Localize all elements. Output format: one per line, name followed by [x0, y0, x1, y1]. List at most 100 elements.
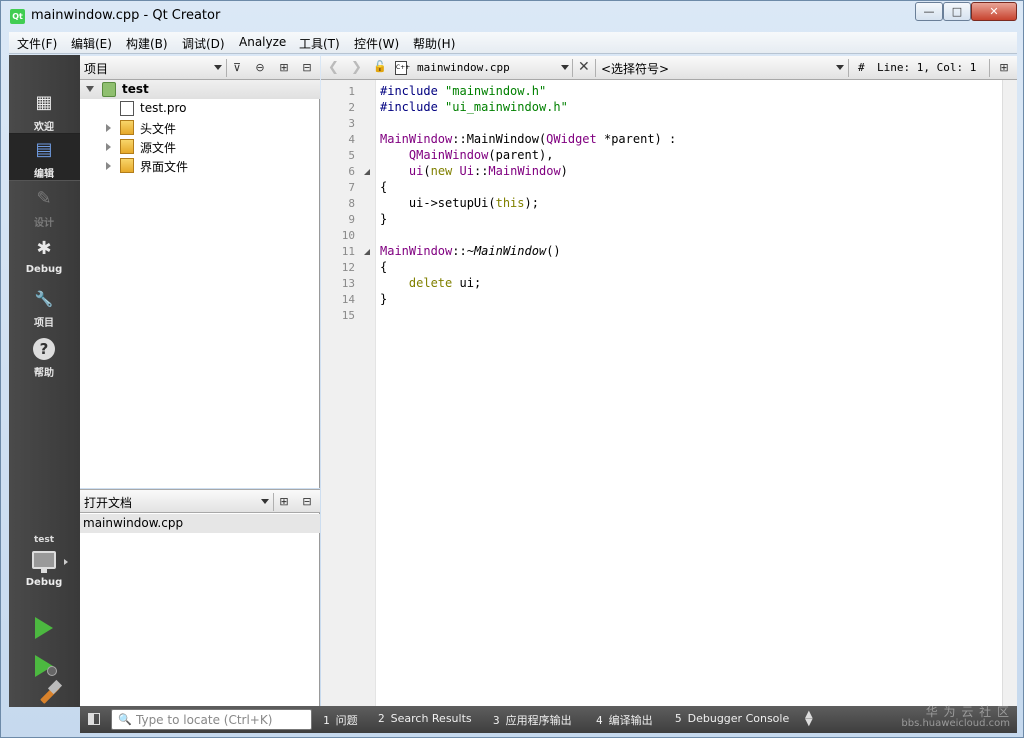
- open-documents-list: mainwindow.cpp: [80, 513, 320, 706]
- symbol-selector[interactable]: <选择符号>: [601, 60, 669, 77]
- code-token: this: [495, 196, 525, 210]
- menu-debug[interactable]: 调试(D): [182, 35, 225, 52]
- projects-pane-title: 项目: [84, 62, 109, 76]
- run-icon[interactable]: [35, 617, 53, 639]
- code-token: "mainwindow.h": [445, 84, 547, 98]
- wrench-icon: 🔧: [34, 290, 54, 308]
- collapse-arrow-icon[interactable]: [106, 162, 111, 170]
- collapse-arrow-icon[interactable]: [106, 143, 111, 151]
- code-token: );: [524, 196, 539, 210]
- line-number: 5: [348, 149, 355, 162]
- maximize-button[interactable]: □: [943, 2, 971, 21]
- projects-pane-header: 项目 ⊽ ⊖ ⊞ ⊟: [80, 56, 320, 80]
- open-document-name: mainwindow.cpp: [83, 516, 184, 530]
- menu-tools[interactable]: 工具(T): [299, 35, 340, 52]
- link-icon[interactable]: ⊖: [253, 61, 267, 74]
- mode-projects[interactable]: 🔧 项目: [9, 283, 80, 331]
- fold-marker-icon[interactable]: [364, 249, 370, 255]
- vertical-scrollbar[interactable]: [1002, 80, 1017, 706]
- close-document-icon[interactable]: ✕: [578, 59, 590, 75]
- qt-app-icon: Qt: [10, 9, 25, 24]
- locator-box[interactable]: 🔍: [111, 709, 312, 730]
- line-number: 13: [341, 277, 355, 290]
- mode-welcome[interactable]: ▦ 欢迎: [9, 87, 80, 135]
- pane-application-output[interactable]: 3 应用程序输出: [493, 712, 572, 728]
- code-token: new: [430, 164, 453, 178]
- split-icon[interactable]: ⊞: [277, 61, 291, 74]
- tree-item-pro-file[interactable]: test.pro: [80, 99, 320, 118]
- locator-input[interactable]: [136, 712, 308, 728]
- back-arrow-icon[interactable]: ❮: [328, 60, 339, 75]
- code-editor[interactable]: #include "mainwindow.h" #include "ui_mai…: [376, 80, 1002, 706]
- divider: [273, 493, 274, 511]
- open-documents-header: 打开文档 ⊞ ⊟: [80, 489, 320, 513]
- tree-item-sources[interactable]: 源文件: [80, 137, 320, 156]
- mode-edit[interactable]: ▤ 编辑: [9, 133, 80, 181]
- watermark: 华 为 云 社 区 bbs.huaweicloud.com: [900, 706, 1010, 730]
- line-number: 4: [348, 133, 355, 146]
- mode-design[interactable]: ✎ 设计: [9, 183, 80, 231]
- pane-search-results[interactable]: 2 Search Results: [378, 712, 472, 725]
- chevron-right-icon: [64, 559, 68, 565]
- pane-debugger-console[interactable]: 5 Debugger Console: [675, 712, 789, 725]
- code-token: #include: [380, 100, 446, 114]
- tree-item-label: 界面文件: [140, 160, 189, 174]
- pane-number: 3: [493, 714, 500, 727]
- mode-label: 欢迎: [34, 122, 54, 133]
- pane-issues[interactable]: 1 问题: [323, 712, 358, 728]
- bug-badge-icon: [47, 666, 57, 676]
- tree-item-project[interactable]: test: [80, 80, 320, 99]
- menu-widgets[interactable]: 控件(W): [354, 35, 399, 52]
- filter-icon[interactable]: ⊽: [230, 61, 244, 74]
- close-pane-icon[interactable]: ⊟: [300, 61, 314, 74]
- up-down-arrows-icon[interactable]: ▲ ▼: [805, 710, 813, 728]
- fold-marker-icon[interactable]: [364, 169, 370, 175]
- menu-file[interactable]: 文件(F): [17, 35, 57, 52]
- collapse-arrow-icon[interactable]: [106, 124, 111, 132]
- code-token: delete: [408, 276, 453, 290]
- mode-debug[interactable]: ✱ Debug: [9, 233, 80, 281]
- split-icon[interactable]: ⊞: [997, 61, 1011, 74]
- split-icon[interactable]: ⊞: [277, 495, 291, 508]
- line-number: 12: [341, 261, 355, 274]
- current-file-selector[interactable]: mainwindow.cpp: [417, 61, 510, 74]
- target-build-config: Debug: [25, 577, 63, 588]
- cursor-position[interactable]: Line: 1, Col: 1: [877, 61, 976, 74]
- list-item[interactable]: mainwindow.cpp: [80, 514, 320, 533]
- menu-build[interactable]: 构建(B): [126, 35, 168, 52]
- pane-number: 1: [323, 714, 330, 727]
- chevron-down-icon[interactable]: [836, 65, 844, 70]
- minimize-button[interactable]: —: [915, 2, 943, 21]
- code-line: #include "mainwindow.h": [380, 84, 546, 98]
- code-token: Ui: [459, 164, 474, 178]
- code-token: #include: [380, 84, 446, 98]
- kit-selector[interactable]: test Debug: [9, 529, 80, 593]
- code-line: delete ui;: [380, 276, 481, 290]
- pane-compile-output[interactable]: 4 编译输出: [596, 712, 653, 728]
- menu-edit[interactable]: 编辑(E): [71, 35, 112, 52]
- tree-item-label: test.pro: [140, 101, 187, 115]
- divider: [572, 59, 573, 77]
- chevron-down-icon[interactable]: [561, 65, 569, 70]
- forward-arrow-icon[interactable]: ❯: [351, 60, 362, 75]
- close-pane-icon[interactable]: ⊟: [300, 495, 314, 508]
- code-token: ): [560, 164, 568, 178]
- line-number: 6: [348, 165, 355, 178]
- expand-arrow-icon[interactable]: [86, 86, 94, 92]
- code-token: ui: [459, 276, 474, 290]
- menu-help[interactable]: 帮助(H): [413, 35, 455, 52]
- close-button[interactable]: ✕: [971, 2, 1017, 21]
- mode-help[interactable]: ? 帮助: [9, 333, 80, 381]
- menu-analyze[interactable]: Analyze: [239, 35, 286, 49]
- tree-item-forms[interactable]: 界面文件: [80, 156, 320, 175]
- line-number: 7: [348, 181, 355, 194]
- tree-item-headers[interactable]: 头文件: [80, 118, 320, 137]
- chevron-down-icon[interactable]: [214, 65, 222, 70]
- mode-label: Debug: [25, 264, 63, 275]
- code-token: (: [423, 164, 431, 178]
- divider: [848, 59, 849, 77]
- chevron-down-icon[interactable]: [261, 499, 269, 504]
- code-line: }: [380, 292, 388, 306]
- code-token: ::: [473, 164, 489, 178]
